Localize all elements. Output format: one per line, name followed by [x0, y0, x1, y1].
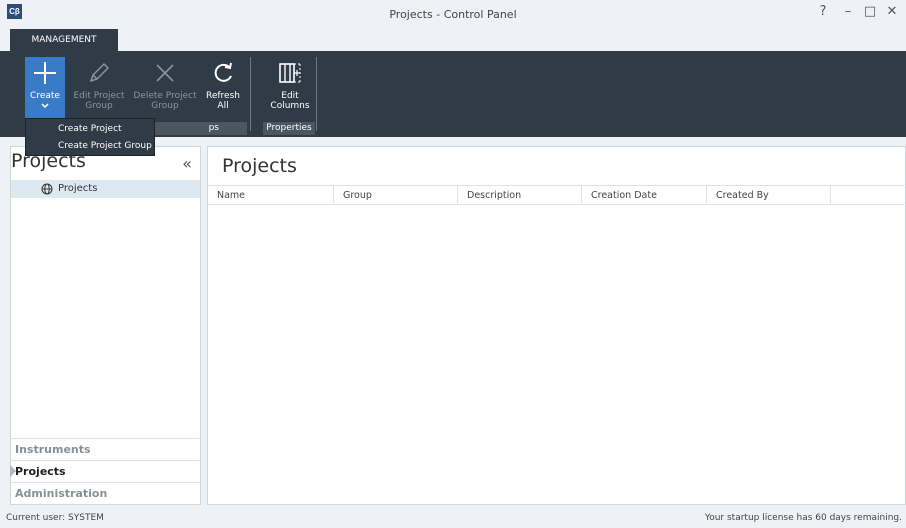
column-header-created-by[interactable]: Created By: [707, 186, 831, 205]
help-button[interactable]: ?: [812, 3, 834, 21]
columns-icon: [279, 63, 301, 83]
ribbon-separator: [316, 57, 317, 131]
column-header-creation-date[interactable]: Creation Date: [582, 186, 707, 205]
selected-arrow-icon: [10, 465, 16, 477]
maximize-button[interactable]: □: [859, 3, 881, 21]
chevron-down-icon: [41, 103, 49, 109]
edit-columns-label-2: Columns: [270, 101, 310, 111]
x-icon: [156, 64, 174, 82]
tree-item-projects[interactable]: Projects: [11, 180, 200, 198]
edit-project-group-label-1: Edit Project: [73, 91, 125, 101]
left-navigation-panel: Projects « Projects Instruments Projects…: [10, 146, 201, 505]
menu-item-create-project-group[interactable]: Create Project Group: [26, 138, 154, 155]
refresh-label-1: Refresh: [206, 91, 240, 101]
refresh-label-2: All: [217, 101, 229, 111]
status-current-user: Current user: SYSTEM: [6, 513, 104, 523]
menu-item-create-project[interactable]: Create Project: [26, 121, 154, 138]
grid-header: Name Group Description Creation Date Cre…: [208, 185, 906, 205]
create-button[interactable]: Create: [25, 57, 65, 121]
minimize-button[interactable]: –: [837, 3, 859, 21]
window-title: Projects - Control Panel: [389, 8, 517, 21]
nav-item-projects-label: Projects: [15, 465, 66, 478]
tree-item-label: Projects: [58, 183, 98, 194]
group-label-properties: Properties: [263, 122, 315, 135]
delete-project-group-label-1: Delete Project: [133, 91, 197, 101]
title-bar: Cβ Projects - Control Panel ? – □ ✕: [0, 0, 906, 28]
collapse-panel-icon[interactable]: «: [182, 154, 192, 173]
column-header-description[interactable]: Description: [458, 186, 582, 205]
ribbon-separator: [250, 57, 251, 131]
globe-icon: [41, 183, 53, 195]
create-dropdown-menu: Create Project Create Project Group: [25, 118, 155, 156]
nav-item-projects[interactable]: Projects: [10, 460, 200, 481]
edit-columns-button[interactable]: Edit Columns: [265, 57, 315, 121]
page-title: Projects: [222, 155, 297, 177]
edit-project-group-button[interactable]: Edit Project Group: [70, 57, 128, 121]
column-header-name[interactable]: Name: [208, 186, 334, 205]
create-button-label: Create: [30, 91, 60, 101]
ribbon-tab-management[interactable]: MANAGEMENT: [10, 29, 118, 51]
main-content-panel: Projects Name Group Description Creation…: [207, 146, 906, 505]
refresh-all-button[interactable]: Refresh All: [203, 57, 243, 121]
close-button[interactable]: ✕: [881, 3, 903, 21]
nav-item-administration[interactable]: Administration: [11, 482, 200, 503]
pencil-icon: [89, 62, 110, 83]
column-header-group[interactable]: Group: [334, 186, 458, 205]
status-license: Your startup license has 60 days remaini…: [704, 513, 902, 523]
refresh-icon: [214, 62, 232, 82]
nav-item-instruments[interactable]: Instruments: [11, 438, 200, 459]
edit-columns-label-1: Edit: [281, 91, 299, 101]
delete-project-group-button[interactable]: Delete Project Group: [130, 57, 200, 121]
plus-icon: [34, 62, 56, 84]
delete-project-group-label-2: Group: [151, 101, 179, 111]
edit-project-group-label-2: Group: [85, 101, 113, 111]
